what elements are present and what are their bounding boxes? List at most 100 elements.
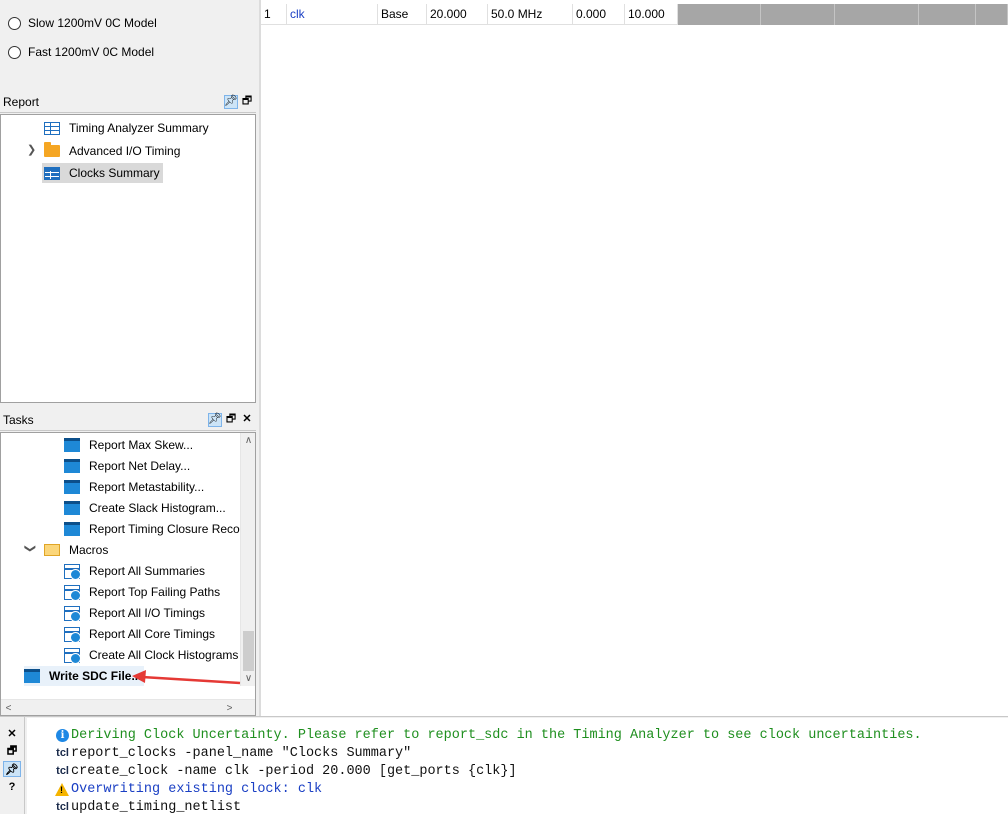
task-icon	[64, 522, 80, 536]
tcl-prefix: tcl	[56, 747, 69, 759]
clock-name-cell[interactable]: clk	[287, 4, 378, 25]
task-icon	[64, 480, 80, 494]
period-cell: 20.000	[427, 4, 488, 25]
report-tree: Timing Analyzer Summary ❯ Advanced I/O T…	[0, 114, 256, 403]
console-toolbar: ✕ 🗗 📌︎ ?	[0, 717, 25, 814]
tree-item-macros[interactable]: Macros	[44, 540, 111, 560]
console-text: report_clocks -panel_name "Clocks Summar…	[71, 745, 412, 761]
tree-item-label: Clocks Summary	[69, 166, 160, 180]
frequency-cell: 50.0 MHz	[488, 4, 573, 25]
scroll-up-icon[interactable]: ∧	[241, 433, 255, 448]
task-label: Report All Core Timings	[89, 627, 216, 641]
float-window-icon[interactable]: 🗗	[3, 743, 21, 759]
slow-model-radio[interactable]	[8, 16, 21, 30]
waveform-cell	[976, 4, 1008, 25]
scroll-thumb[interactable]	[243, 631, 254, 671]
console-line: tcl create_clock -name clk -period 20.00…	[27, 762, 517, 780]
macro-create-all-clock-histograms[interactable]: Create All Clock Histograms	[64, 645, 241, 665]
folder-open-icon	[44, 544, 60, 556]
tasks-panel-title: Tasks	[3, 412, 34, 427]
console-output[interactable]: i Deriving Clock Uncertainty. Please ref…	[27, 718, 1008, 814]
tasks-horizontal-scrollbar[interactable]: < >	[1, 699, 255, 715]
type-cell: Base	[378, 4, 427, 25]
macro-report-all-core-timings[interactable]: Report All Core Timings	[64, 624, 218, 644]
tree-item-label: Timing Analyzer Summary	[69, 121, 209, 135]
fall-cell: 10.000	[625, 4, 678, 25]
annotation-arrow	[132, 670, 241, 685]
task-label: Create Slack Histogram...	[89, 501, 226, 515]
fast-model-radio[interactable]	[8, 45, 21, 59]
float-window-icon[interactable]: 🗗	[224, 413, 238, 427]
folder-icon	[44, 142, 60, 157]
fast-model-option[interactable]: Fast 1200mV 0C Model	[8, 42, 154, 62]
macro-icon	[64, 647, 81, 664]
close-icon[interactable]: ✕	[3, 725, 21, 741]
task-icon	[64, 459, 80, 473]
left-column: Slow 1200mV 0C Model Fast 1200mV 0C Mode…	[0, 0, 260, 716]
tasks-panel-header: Tasks 📌︎ 🗗 ✕	[0, 409, 256, 431]
console-line: ! Overwriting existing clock: clk	[27, 780, 322, 798]
console-text: update_timing_netlist	[71, 799, 242, 814]
slow-model-label: Slow 1200mV 0C Model	[28, 16, 157, 30]
close-icon[interactable]: ✕	[240, 413, 254, 427]
report-panel-title: Report	[3, 94, 40, 109]
task-report-metastability[interactable]: Report Metastability...	[64, 477, 207, 497]
slow-model-option[interactable]: Slow 1200mV 0C Model	[8, 13, 157, 33]
task-label: Create All Clock Histograms	[89, 648, 239, 662]
task-create-slack-histogram[interactable]: Create Slack Histogram...	[64, 498, 229, 518]
console-line: tcl report_clocks -panel_name "Clocks Su…	[27, 744, 411, 762]
table-icon	[44, 121, 60, 135]
task-label: Report All I/O Timings	[89, 606, 206, 620]
task-icon	[64, 438, 80, 452]
console-text: Overwriting existing clock: clk	[71, 781, 323, 797]
pin-icon[interactable]: 📌︎	[224, 94, 238, 109]
macro-icon	[64, 626, 81, 643]
tree-item-clocks-summary[interactable]: Clocks Summary	[42, 163, 163, 183]
task-icon	[64, 501, 80, 515]
pin-icon[interactable]: 📌︎	[3, 761, 21, 777]
waveform-cell	[835, 4, 919, 25]
rise-cell: 0.000	[573, 4, 625, 25]
task-label: Macros	[69, 543, 109, 557]
info-icon: i	[56, 728, 69, 742]
macro-report-all-summaries[interactable]: Report All Summaries	[64, 561, 208, 581]
help-icon[interactable]: ?	[3, 779, 21, 795]
tree-item-label: Advanced I/O Timing	[69, 144, 181, 158]
chevron-down-icon[interactable]: ❯	[24, 544, 37, 553]
pin-icon[interactable]: 📌︎	[208, 412, 222, 427]
task-label: Report All Summaries	[89, 564, 206, 578]
task-label: Report Net Delay...	[89, 459, 191, 473]
task-icon	[24, 669, 40, 683]
chevron-right-icon[interactable]: ❯	[27, 143, 36, 156]
info-prefix: i	[27, 728, 71, 742]
waveform-cell	[678, 4, 761, 25]
macro-icon	[64, 584, 81, 601]
float-window-icon[interactable]: 🗗	[240, 95, 254, 109]
task-report-net-delay[interactable]: Report Net Delay...	[64, 456, 193, 476]
task-label: Report Metastability...	[89, 480, 205, 494]
tree-item-timing-analyzer-summary[interactable]: Timing Analyzer Summary	[44, 118, 212, 138]
scroll-down-icon[interactable]: ∨	[241, 671, 255, 686]
task-report-max-skew[interactable]: Report Max Skew...	[64, 435, 196, 455]
tcl-prefix: tcl	[56, 765, 69, 777]
console-text: create_clock -name clk -period 20.000 [g…	[71, 763, 517, 779]
macro-icon	[64, 605, 81, 622]
macro-report-top-failing-paths[interactable]: Report Top Failing Paths	[64, 582, 223, 602]
warning-prefix: !	[27, 782, 71, 796]
scroll-left-icon[interactable]: <	[1, 701, 16, 715]
clocks-summary-table: 1 clk Base 20.000 50.0 MHz 0.000 10.000	[261, 0, 1008, 716]
table-row[interactable]: 1 clk Base 20.000 50.0 MHz 0.000 10.000	[261, 4, 1008, 25]
task-label: Report Timing Closure Recommendations...	[89, 522, 255, 536]
tcl-prefix: tcl	[56, 801, 69, 813]
task-report-timing-closure[interactable]: Report Timing Closure Recommendations...	[64, 519, 255, 539]
tasks-vertical-scrollbar[interactable]: ∧ ∨	[240, 433, 255, 686]
scroll-right-icon[interactable]: >	[222, 701, 237, 715]
console-line: tcl update_timing_netlist	[27, 798, 241, 814]
task-write-sdc-file[interactable]: Write SDC File...	[24, 666, 145, 686]
table-icon	[44, 166, 60, 180]
tree-item-advanced-io-timing[interactable]: Advanced I/O Timing	[44, 141, 183, 161]
fast-model-label: Fast 1200mV 0C Model	[28, 45, 155, 59]
waveform-cell	[919, 4, 976, 25]
macro-report-all-io-timings[interactable]: Report All I/O Timings	[64, 603, 208, 623]
report-panel-header: Report 📌︎ 🗗	[0, 91, 256, 113]
